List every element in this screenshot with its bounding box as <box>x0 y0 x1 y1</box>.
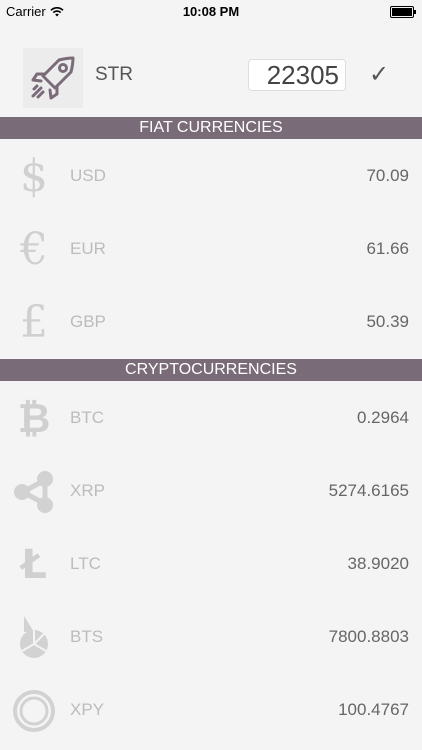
currency-value: 100.4767 <box>338 700 409 719</box>
currency-code: EUR <box>70 239 106 258</box>
currency-code: USD <box>70 166 106 185</box>
amount-input[interactable] <box>248 59 346 91</box>
bitshares-icon <box>10 614 58 662</box>
pound-icon: £ <box>20 297 48 348</box>
list-item-usd[interactable]: $ USD 70.09 <box>0 141 422 214</box>
dollar-icon: $ <box>20 151 48 202</box>
paycoin-icon <box>10 687 58 735</box>
currency-value: 70.09 <box>366 166 409 185</box>
currency-value: 0.2964 <box>357 408 409 427</box>
euro-icon: € <box>20 224 48 275</box>
currency-value: 38.9020 <box>347 554 409 573</box>
section-header-fiat: FIAT CURRENCIES <box>0 117 422 139</box>
currency-code: GBP <box>70 312 106 331</box>
currency-code: XRP <box>70 481 105 500</box>
confirm-button[interactable]: ✓ <box>369 60 389 89</box>
list-item-eur[interactable]: € EUR 61.66 <box>0 214 422 287</box>
list-item-btc[interactable]: ₿ BTC 0.2964 <box>0 383 422 456</box>
bitcoin-icon: ₿ <box>17 396 51 442</box>
ripple-icon <box>10 468 58 516</box>
converter-header: STR ✓ <box>0 44 422 114</box>
coin-logo[interactable] <box>23 48 83 108</box>
status-bar: Carrier 10:08 PM <box>0 0 422 24</box>
list-item-xrp[interactable]: XRP 5274.6165 <box>0 456 422 529</box>
currency-value: 50.39 <box>366 312 409 331</box>
list-item-bts[interactable]: BTS 7800.8803 <box>0 602 422 675</box>
list-item-ltc[interactable]: Ł LTC 38.9020 <box>0 529 422 602</box>
list-item-xpy[interactable]: XPY 100.4767 <box>0 675 422 748</box>
battery-icon <box>390 6 416 18</box>
list-item-gbp[interactable]: £ GBP 50.39 <box>0 287 422 360</box>
currency-code: BTS <box>70 627 104 646</box>
base-coin-label[interactable]: STR <box>95 64 133 86</box>
clock: 10:08 PM <box>182 4 240 19</box>
currency-value: 7800.8803 <box>328 627 409 646</box>
currency-value: 5274.6165 <box>328 481 409 500</box>
currency-value: 61.66 <box>366 239 409 258</box>
currency-code: BTC <box>70 408 104 427</box>
rocket-icon <box>31 56 75 100</box>
section-header-crypto: CRYPTOCURRENCIES <box>0 359 422 381</box>
currency-code: LTC <box>70 554 101 573</box>
litecoin-icon: Ł <box>21 542 47 588</box>
currency-code: XPY <box>70 700 105 719</box>
